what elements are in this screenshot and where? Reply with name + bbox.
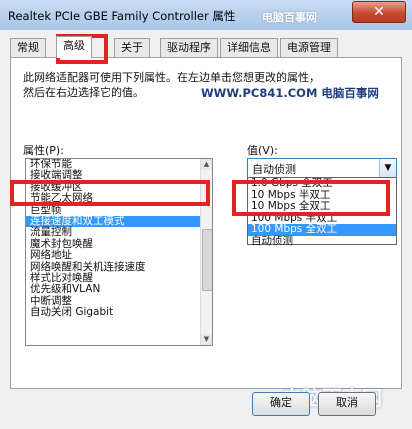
dropdown-option-selected[interactable]: 100 Mbps 全双工 — [248, 223, 396, 236]
tab-about[interactable]: 关于 — [114, 38, 150, 57]
site-watermark: WWW.PC841.COM 电脑百事网 — [201, 86, 379, 100]
cancel-button[interactable]: 取消 — [318, 392, 376, 416]
highlight-option-box — [232, 180, 390, 216]
title-bar: Realtek PCIe GBE Family Controller 属性 电脑… — [0, 0, 412, 31]
chevron-down-icon[interactable]: ▼ — [379, 159, 396, 177]
properties-dialog: 常规 高级 关于 驱动程序 详细信息 电源管理 此网络适配器可使用下列属性。在左… — [0, 30, 412, 429]
property-label: 属性(P): — [23, 144, 64, 157]
description-line-1: 此网络适配器可使用下列属性。在左边单击您想更改的属性， — [23, 71, 320, 84]
scroll-up-icon[interactable]: ▲ — [201, 159, 212, 170]
dropdown-option[interactable]: 自动侦测 — [248, 235, 396, 248]
tab-details[interactable]: 详细信息 — [220, 38, 278, 57]
list-item[interactable]: 自动关闭 Gigabit — [26, 306, 200, 318]
tab-power-management[interactable]: 电源管理 — [280, 38, 338, 57]
scroll-thumb[interactable] — [202, 229, 212, 291]
title-watermark: 电脑百事网 — [262, 11, 317, 24]
value-label: 值(V): — [247, 144, 278, 157]
tab-driver[interactable]: 驱动程序 — [160, 38, 218, 57]
tab-general[interactable]: 常规 — [10, 38, 46, 57]
value-combobox[interactable]: 自动侦测 ▼ — [247, 158, 397, 178]
scroll-down-icon[interactable]: ▼ — [201, 334, 212, 345]
combo-value: 自动侦测 — [252, 163, 296, 176]
list-item[interactable]: 网络地址 — [26, 249, 200, 261]
window-title: Realtek PCIe GBE Family Controller 属性 — [8, 9, 236, 23]
ok-button[interactable]: 确定 — [252, 392, 310, 416]
close-button[interactable]: ✕ — [352, 1, 406, 23]
tab-advanced[interactable]: 高级 — [56, 36, 92, 58]
close-icon: ✕ — [373, 4, 385, 20]
advanced-panel: 此网络适配器可使用下列属性。在左边单击您想更改的属性， 然后在右边选择它的值。 … — [10, 57, 402, 389]
highlight-property-box — [10, 180, 210, 206]
list-item[interactable]: 优先级和VLAN — [26, 283, 200, 295]
